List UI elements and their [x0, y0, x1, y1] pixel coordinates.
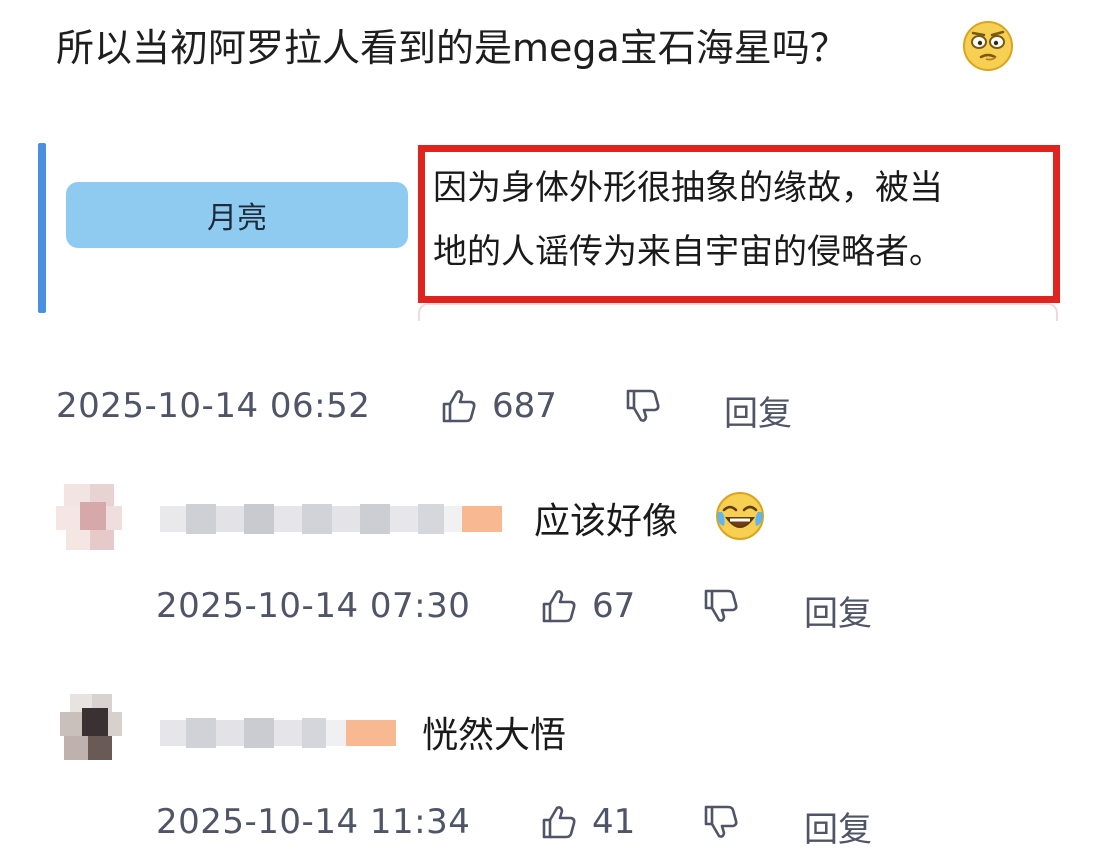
reply-text: 应该好像 [534, 492, 678, 544]
comment-meta: 2025-10-14 06:52 [56, 386, 370, 426]
like-count: 67 [592, 586, 636, 626]
reply-text-content: 应该好像 [534, 501, 679, 542]
quote-card-edge [418, 303, 1058, 321]
reply-text: 恍然大悟 [422, 706, 566, 758]
comment-text-content: 所以当初阿罗拉人看到的是mega宝石海星吗？ [56, 26, 848, 70]
dislike-button[interactable] [622, 386, 662, 426]
quote-line-2: 地的人谣传为来自宇宙的侵略者。 [433, 232, 943, 272]
reply-label: 回复 [724, 394, 792, 434]
quote-line-1: 因为身体外形很抽象的缘故，被当 [433, 168, 943, 208]
thumbs-up-icon [542, 806, 576, 839]
like-count: 41 [592, 802, 636, 842]
dislike-button[interactable] [700, 586, 740, 626]
thumbs-down-icon [704, 589, 738, 622]
reply-meta: 2025-10-14 07:30 [156, 586, 470, 626]
thumbs-up-icon [442, 390, 476, 423]
thinking-face-icon [963, 21, 1013, 71]
avatar[interactable] [50, 690, 128, 768]
quote-tag-label: 月亮 [207, 201, 267, 236]
highlighted-quote: 因为身体外形很抽象的缘故，被当 地的人谣传为来自宇宙的侵略者。 [418, 145, 1060, 303]
comment-text: 所以当初阿罗拉人看到的是mega宝石海星吗？ [56, 22, 848, 74]
reply-time: 2025-10-14 11:34 [156, 802, 471, 842]
reply-button[interactable]: 回复 [804, 802, 872, 851]
reply-meta: 2025-10-14 11:34 [156, 802, 470, 842]
username-blurred[interactable] [160, 500, 502, 538]
reply-label: 回复 [804, 594, 872, 634]
laughing-crying-face-icon [716, 492, 764, 540]
like-button[interactable]: 41 [538, 802, 635, 842]
thumbs-down-icon [704, 805, 738, 838]
reply-button[interactable]: 回复 [724, 386, 792, 435]
avatar[interactable] [50, 478, 128, 556]
comment-time: 2025-10-14 06:52 [56, 386, 371, 426]
reply-button[interactable]: 回复 [804, 586, 872, 635]
thumbs-down-icon [626, 389, 660, 422]
quote-tag[interactable]: 月亮 [66, 182, 408, 248]
reply-time: 2025-10-14 07:30 [156, 586, 471, 626]
thumbs-up-icon [542, 590, 576, 623]
reply-text-content: 恍然大悟 [422, 715, 567, 756]
like-count: 687 [492, 386, 557, 426]
username-blurred[interactable] [160, 714, 396, 752]
reply-label: 回复 [804, 810, 872, 850]
quote-accent-bar [38, 143, 46, 313]
like-button[interactable]: 687 [438, 386, 557, 426]
dislike-button[interactable] [700, 802, 740, 842]
like-button[interactable]: 67 [538, 586, 635, 626]
